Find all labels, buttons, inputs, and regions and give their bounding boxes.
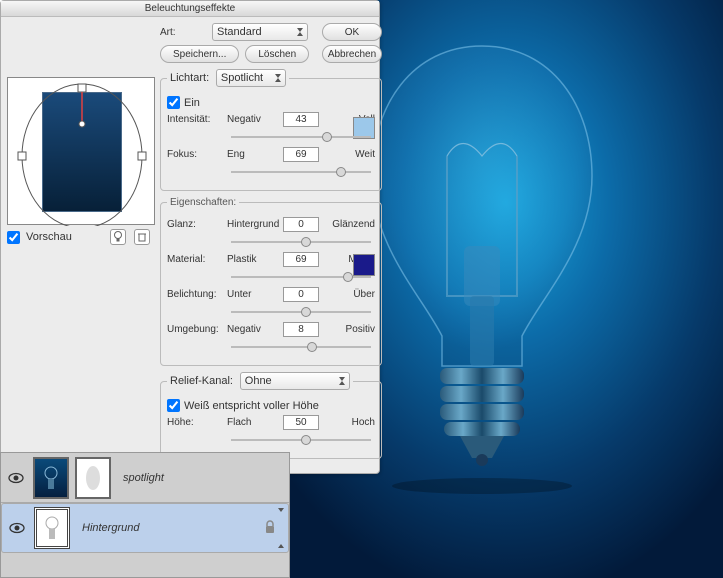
save-button[interactable]: Speichern... — [160, 45, 239, 63]
intensity-slider[interactable] — [231, 130, 371, 144]
exposure-value[interactable]: 0 — [283, 287, 319, 302]
delete-button[interactable]: Löschen — [245, 45, 309, 63]
material-value[interactable]: 69 — [283, 252, 319, 267]
dialog-title: Beleuchtungseffekte — [1, 1, 379, 17]
art-select[interactable]: Standard — [212, 23, 308, 41]
cancel-button[interactable]: Abbrechen — [322, 45, 382, 63]
exposure-slider[interactable] — [231, 305, 371, 319]
lichtart-select[interactable]: Spotlicht — [216, 69, 286, 87]
focus-slider[interactable] — [231, 165, 371, 179]
ok-button[interactable]: OK — [322, 23, 382, 41]
preview-checkbox[interactable] — [7, 231, 20, 244]
material-slider[interactable] — [231, 270, 371, 284]
ambience-slider[interactable] — [231, 340, 371, 354]
weiss-checkbox[interactable] — [167, 399, 180, 412]
layer-thumbnail[interactable] — [34, 507, 70, 549]
layer-mask-thumbnail[interactable] — [75, 457, 111, 499]
gloss-value[interactable]: 0 — [283, 217, 319, 232]
lighting-effects-dialog: Beleuchtungseffekte Vorschau — [0, 0, 380, 474]
art-label: Art: — [160, 27, 206, 38]
preview-label: Vorschau — [26, 231, 72, 243]
focus-value[interactable]: 69 — [283, 147, 319, 162]
layer-row-background[interactable]: Hintergrund — [1, 503, 289, 553]
ambience-value[interactable]: 8 — [283, 322, 319, 337]
visibility-icon[interactable] — [5, 467, 27, 489]
layers-panel: spotlight Hintergrund — [0, 452, 290, 578]
lichtart-group: Lichtart: Spotlicht Ein Intensität: Nega… — [160, 69, 382, 191]
lightbulb-icon[interactable] — [110, 229, 126, 245]
intensity-value[interactable]: 43 — [283, 112, 319, 127]
trash-icon[interactable] — [134, 229, 150, 245]
relief-group: Relief-Kanal: Ohne Weiß entspricht volle… — [160, 372, 382, 459]
layer-name[interactable]: Hintergrund — [82, 522, 139, 534]
layer-row-spotlight[interactable]: spotlight — [1, 453, 289, 503]
lock-icon — [264, 520, 276, 537]
eigenschaften-group: Eigenschaften: Glanz: Hintergrund 0 Glän… — [160, 197, 382, 366]
gloss-slider[interactable] — [231, 235, 371, 249]
relief-select[interactable]: Ohne — [240, 372, 350, 390]
preview-canvas[interactable] — [7, 77, 155, 225]
visibility-icon[interactable] — [6, 517, 28, 539]
height-value[interactable]: 50 — [283, 415, 319, 430]
ein-checkbox[interactable] — [167, 96, 180, 109]
layer-name[interactable]: spotlight — [123, 472, 164, 484]
layer-thumbnail[interactable] — [33, 457, 69, 499]
height-slider[interactable] — [231, 433, 371, 447]
